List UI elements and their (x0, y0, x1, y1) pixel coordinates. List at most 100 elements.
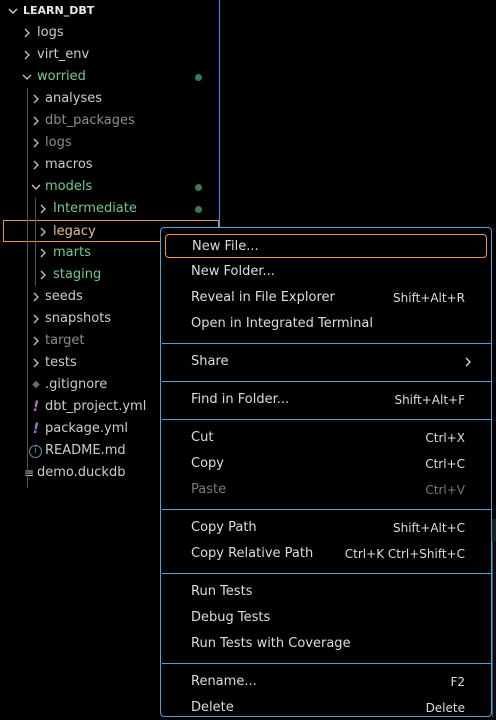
chevron-right-icon[interactable] (31, 336, 41, 346)
tree-folder[interactable]: logs (0, 132, 219, 154)
tree-item-label: dbt_packages (45, 113, 135, 128)
tree-item-label: target (45, 333, 85, 348)
chevron-right-icon[interactable] (31, 314, 41, 324)
tree-folder[interactable]: dbt_packages (0, 110, 219, 132)
tree-folder[interactable]: Intermediate (0, 198, 219, 220)
tree-item-label: logs (45, 135, 72, 150)
menu-item-reveal-in-file-explorer[interactable]: Reveal in File Explorer Shift+Alt+R (165, 286, 487, 310)
menu-item-label: Run Tests (191, 584, 253, 599)
menu-item-share[interactable]: Share (165, 350, 487, 374)
menu-item-shortcut: Shift+Alt+C (392, 521, 465, 535)
menu-separator (162, 381, 491, 382)
tree-item-label: package.yml (45, 421, 128, 436)
tree-item-label: models (45, 179, 93, 194)
menu-separator (162, 419, 491, 420)
menu-item-shortcut: Shift+Alt+F (394, 393, 465, 407)
chevron-right-icon[interactable] (31, 138, 41, 148)
chevron-right-icon[interactable] (38, 204, 48, 214)
menu-item-new-file[interactable]: New File... (165, 234, 487, 258)
menu-item-shortcut: Ctrl+K Ctrl+Shift+C (344, 547, 465, 561)
workspace-title: LEARN_DBT (23, 4, 95, 17)
explorer-header[interactable]: LEARN_DBT (0, 0, 219, 22)
menu-separator (162, 573, 491, 574)
menu-item-copy-relative-path[interactable]: Copy Relative Path Ctrl+K Ctrl+Shift+C (165, 542, 487, 566)
menu-item-label: Open in Integrated Terminal (191, 316, 373, 331)
tree-item-label: macros (45, 157, 93, 172)
chevron-right-icon[interactable] (31, 292, 41, 302)
menu-item-find-in-folder[interactable]: Find in Folder... Shift+Alt+F (165, 388, 487, 412)
menu-item-shortcut: Ctrl+C (425, 457, 465, 471)
menu-item-shortcut: Shift+Alt+R (393, 291, 465, 305)
tree-item-label: worried (37, 69, 86, 84)
chevron-right-icon[interactable] (31, 358, 41, 368)
tree-folder[interactable]: worried (0, 66, 219, 88)
menu-item-label: Cut (191, 430, 214, 445)
menu-item-cut[interactable]: Cut Ctrl+X (165, 426, 487, 450)
chevron-right-icon[interactable] (38, 270, 48, 280)
menu-item-label: Share (191, 354, 229, 369)
menu-item-shortcut: F2 (450, 675, 465, 689)
menu-item-label: New Folder... (191, 264, 275, 279)
menu-item-copy[interactable]: Copy Ctrl+C (165, 452, 487, 476)
indent-guide (27, 88, 28, 488)
menu-item-label: Copy Relative Path (191, 546, 314, 561)
menu-separator (162, 663, 491, 664)
tree-item-label: marts (53, 245, 91, 260)
menu-item-rename[interactable]: Rename... F2 (165, 670, 487, 694)
tree-item-label: logs (37, 25, 64, 40)
git-icon: ◆ (32, 379, 40, 390)
menu-item-run-tests[interactable]: Run Tests (165, 580, 487, 604)
chevron-right-icon[interactable] (31, 160, 41, 170)
tree-folder[interactable]: macros (0, 154, 219, 176)
tree-item-label: snapshots (45, 311, 112, 326)
chevron-right-icon[interactable] (22, 28, 32, 38)
tree-item-label: .gitignore (45, 377, 108, 392)
menu-item-label: Copy (191, 456, 224, 471)
tree-item-label: analyses (45, 91, 103, 106)
tree-folder[interactable]: virt_env (0, 44, 219, 66)
menu-item-copy-path[interactable]: Copy Path Shift+Alt+C (165, 516, 487, 540)
menu-item-run-tests-with-coverage[interactable]: Run Tests with Coverage (165, 632, 487, 656)
menu-item-label: Find in Folder... (191, 392, 290, 407)
info-icon: i (29, 445, 42, 458)
editor-background-lower (492, 541, 496, 717)
menu-item-label: Debug Tests (191, 610, 271, 625)
tree-item-label: virt_env (37, 47, 90, 62)
menu-separator (162, 343, 491, 344)
menu-item-debug-tests[interactable]: Debug Tests (165, 606, 487, 630)
menu-separator (162, 509, 491, 510)
menu-item-label: Paste (191, 482, 227, 497)
tree-item-label: Intermediate (53, 201, 137, 216)
chevron-right-icon[interactable] (22, 50, 32, 60)
menu-item-new-folder[interactable]: New Folder... (165, 260, 487, 284)
menu-item-label: Delete (191, 700, 234, 715)
tree-folder[interactable]: models (0, 176, 219, 198)
menu-item-delete[interactable]: Delete Delete (165, 696, 487, 720)
yaml-icon: ! (32, 421, 40, 437)
chevron-right-icon[interactable] (38, 227, 48, 237)
menu-item-shortcut: Delete (425, 701, 465, 715)
indent-guide (35, 198, 36, 286)
tree-folder[interactable]: analyses (0, 88, 219, 110)
chevron-right-icon[interactable] (31, 94, 41, 104)
tree-item-label: seeds (45, 289, 83, 304)
chevron-down-icon[interactable] (31, 182, 41, 192)
menu-item-open-in-integrated-terminal[interactable]: Open in Integrated Terminal (165, 312, 487, 336)
modified-dot-icon (195, 184, 202, 191)
chevron-down-icon[interactable] (7, 5, 19, 17)
menu-item-shortcut: Ctrl+X (425, 431, 465, 445)
tree-item-label: README.md (45, 443, 126, 458)
menu-item-label: Reveal in File Explorer (191, 290, 335, 305)
menu-item-paste: Paste Ctrl+V (165, 478, 487, 502)
editor-background (492, 519, 496, 541)
chevron-down-icon[interactable] (22, 72, 32, 82)
chevron-right-icon[interactable] (38, 248, 48, 258)
chevron-right-icon[interactable] (31, 116, 41, 126)
menu-item-label: Rename... (191, 674, 257, 689)
modified-dot-icon (195, 74, 202, 81)
tree-item-label: staging (53, 267, 102, 282)
tree-item-label: legacy (53, 224, 96, 239)
menu-item-shortcut: Ctrl+V (425, 483, 465, 497)
tree-folder[interactable]: logs (0, 22, 219, 44)
tree-item-label: demo.duckdb (37, 465, 126, 480)
